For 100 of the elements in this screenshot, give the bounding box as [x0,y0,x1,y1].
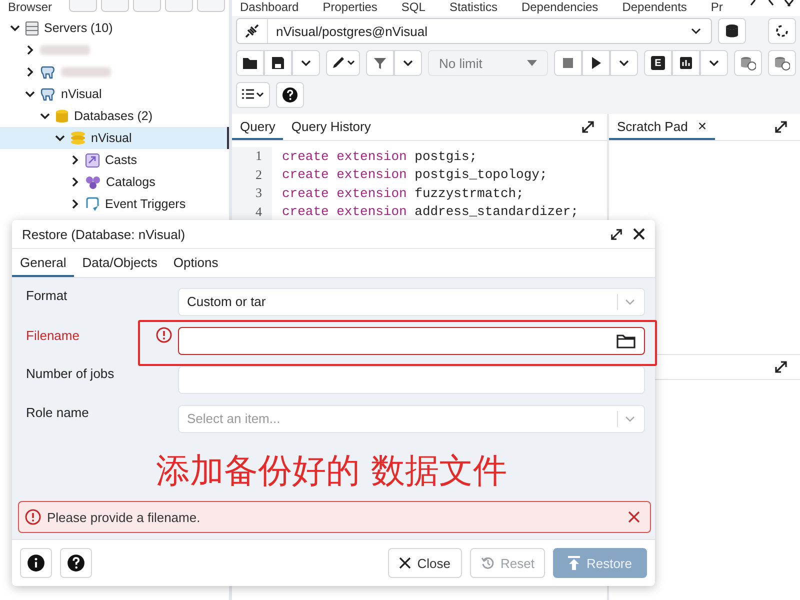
pencil-button[interactable] [326,50,360,76]
chevron-right-icon[interactable] [766,0,776,8]
tree-item[interactable]: Databases (2) [0,105,229,127]
tree-label: Event Triggers [105,197,186,211]
info-button[interactable] [20,548,52,578]
expand-icon[interactable] [581,120,595,134]
close-icon [399,557,412,569]
casts-icon [85,152,100,168]
panel-tab[interactable]: Dependents [622,0,687,16]
tree-item[interactable]: Servers (10) [0,17,229,39]
info-icon [27,554,45,572]
tree-item[interactable]: Event Triggers [0,193,229,215]
annotation-text: 添加备份好的 数据文件 [156,450,508,493]
tab[interactable]: Data/Objects [74,249,166,277]
close-icon[interactable] [784,0,794,8]
folder-icon [242,55,258,71]
server-icon [25,20,39,36]
tree-item[interactable]: Catalogs [0,171,229,193]
sql-text: fuzzystrmatch; [414,186,524,201]
file-field[interactable] [178,326,645,354]
field-label: Number of jobs [26,366,114,381]
play-button[interactable] [582,50,610,76]
explain-button[interactable]: E [644,50,672,76]
select-field[interactable]: Custom or tar [178,288,645,316]
stop-button[interactable] [554,50,582,76]
close-button[interactable]: Close [388,548,462,578]
trigger-icon [85,196,100,212]
tree-item[interactable]: nVisual [0,83,229,105]
chevron-right-icon[interactable] [70,177,80,187]
chevron-right-icon[interactable] [70,155,80,165]
connection-select[interactable]: nVisual/postgres@nVisual [236,18,712,44]
input-field[interactable] [178,366,645,394]
folder-button[interactable] [236,50,264,76]
sql-text: postgis; [414,148,478,164]
error-icon [156,327,172,343]
filter-button[interactable] [366,50,394,76]
tab[interactable]: Scratch Pad × [609,114,715,140]
chevron-down-icon[interactable] [10,23,20,33]
tab[interactable]: Options [165,249,226,277]
field-label: Filename [26,328,80,342]
caret-button[interactable] [700,50,728,76]
tab[interactable]: Query [232,114,284,140]
limit-select[interactable]: No limit [428,50,548,76]
database-icon [70,131,86,145]
sql-keyword: create extension [282,148,407,164]
tree-label: Casts [105,153,137,167]
sql-keyword: create extension [282,186,407,201]
chevron-down-icon[interactable] [55,133,65,143]
caret-button[interactable] [394,50,422,76]
tree-label: Databases (2) [74,109,153,123]
folder-icon[interactable] [616,332,636,348]
blurred-label [61,67,111,77]
expand-icon[interactable] [774,120,788,134]
chevron-right-icon[interactable] [70,199,80,209]
tree-item[interactable]: nVisual [0,127,229,149]
save-icon [270,55,286,71]
caret-button[interactable] [610,50,638,76]
chevron-down-icon[interactable] [40,111,50,121]
chevron-right-icon[interactable] [25,45,35,55]
save-button[interactable] [264,50,292,76]
chart-button[interactable] [672,50,700,76]
blurred-label [40,45,90,55]
database-button[interactable] [718,18,746,44]
chevron-down-icon[interactable] [25,89,35,99]
caret-button[interactable] [292,50,320,76]
list-button[interactable] [236,82,270,108]
sql-keyword: create extension [282,204,407,220]
tree-label: nVisual [91,131,132,145]
panel-tab[interactable]: Statistics [449,0,498,16]
refresh-button[interactable] [768,18,796,44]
tree-label: Servers (10) [44,21,113,35]
panel-tab[interactable]: Dependencies [521,0,598,16]
help-icon [67,554,85,572]
chevron-right-icon[interactable] [25,67,35,77]
panel-tab[interactable]: Dashboard [240,0,299,16]
panel-tab[interactable]: Properties [322,0,378,16]
sql-text: postgis_topology; [414,167,548,182]
expand-icon[interactable] [610,228,623,240]
help-icon [282,87,298,103]
catalogs-icon [85,174,101,190]
panel-title: Browser [8,0,52,14]
chevron-left-icon[interactable] [748,0,758,8]
field-label: Format [26,288,68,303]
refresh-icon [774,23,790,39]
tree-label: nVisual [61,87,102,101]
help-button[interactable] [60,548,92,578]
pencil-icon [331,55,355,71]
panel-tab[interactable]: Pr [710,0,723,16]
panel-tab[interactable]: SQL [401,0,426,16]
tree-item[interactable]: Casts [0,149,229,171]
close-icon[interactable] [633,228,645,240]
field-label: Role name [26,405,89,420]
line-number: 1 [232,147,272,166]
tab[interactable]: Query History [283,114,379,140]
reset-icon [480,556,494,570]
line-number: 2 [232,166,272,184]
expand-icon[interactable] [774,360,788,374]
help-button[interactable] [276,82,304,108]
tree-label: Catalogs [106,175,156,189]
close-glyph[interactable]: × [698,118,707,134]
